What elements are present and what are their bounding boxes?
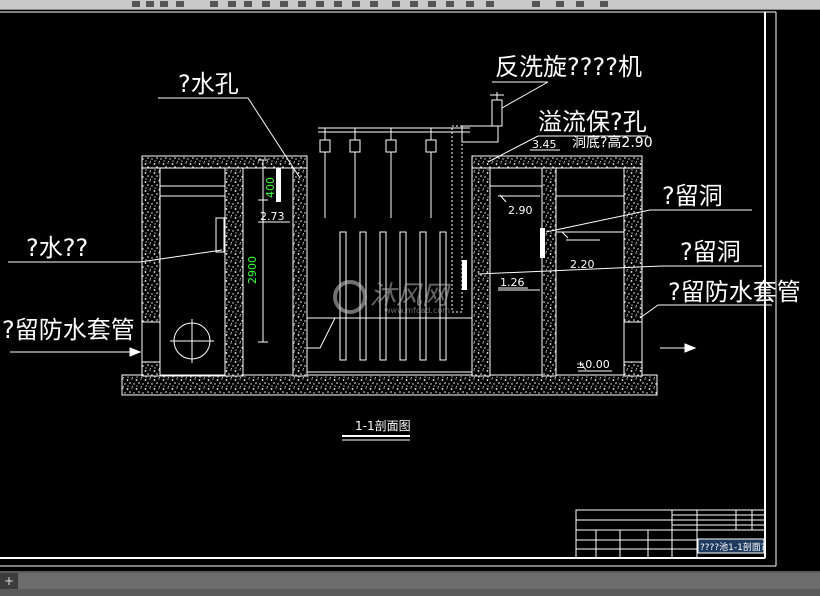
tank-walls xyxy=(141,155,643,377)
label-reserved-hole-1: ?留洞 xyxy=(662,182,723,210)
dim-290: 2.90 xyxy=(508,204,533,217)
layout-tab-strip xyxy=(18,573,820,589)
status-bar: + xyxy=(0,571,820,596)
dimension-lines xyxy=(258,149,612,372)
toolbar-button[interactable] xyxy=(210,1,218,7)
flow-arrows xyxy=(10,343,697,357)
redo-icon[interactable] xyxy=(146,1,154,7)
watermark-url: www.mfcad.com xyxy=(384,306,450,315)
toolbar-button[interactable] xyxy=(410,1,418,7)
section-title-underline xyxy=(342,435,410,441)
label-outlet: ?水?? xyxy=(26,234,88,262)
toolbar-button[interactable] xyxy=(298,1,306,7)
toolbar-button[interactable] xyxy=(600,1,608,7)
toolbar-button[interactable] xyxy=(370,1,378,7)
toolbar-button[interactable] xyxy=(576,1,584,7)
dim-345: 3.45 xyxy=(532,138,557,151)
toolbar-button[interactable] xyxy=(176,1,184,7)
toolbar-button[interactable] xyxy=(334,1,342,7)
dim-273: 2.73 xyxy=(260,210,285,223)
dim-400: 400 xyxy=(264,177,277,198)
toolbar-button[interactable] xyxy=(486,1,494,7)
toolbar-button[interactable] xyxy=(556,1,564,7)
dim-2900: 2900 xyxy=(246,256,259,284)
label-overflow-hole: 溢流保?孔 xyxy=(538,108,647,136)
toolbar-button[interactable] xyxy=(280,1,288,7)
toolbar-button[interactable] xyxy=(228,1,236,7)
dim-220: 2.20 xyxy=(570,258,595,271)
watermark: 沐风网 www.mfcad.com xyxy=(333,280,451,315)
toolbar-button[interactable] xyxy=(428,1,436,7)
drawing-canvas[interactable]: 反洗旋????机 溢流保?孔 ?水孔 ?水?? ?留洞 ?留洞 ?留防水套管 ?… xyxy=(0,9,820,571)
pipe-sleeve xyxy=(141,319,643,363)
toolbar-button[interactable] xyxy=(466,1,474,7)
label-inlet-hole: ?水孔 xyxy=(178,70,239,98)
toolbar-button[interactable] xyxy=(316,1,324,7)
drawing-name: ????池1-1剖面? xyxy=(700,541,766,553)
label-sleeve-right: ?留防水套管 xyxy=(668,278,801,306)
foundation-slab xyxy=(121,374,658,396)
dim-126: 1.26 xyxy=(500,276,525,289)
toolbar-button[interactable] xyxy=(446,1,454,7)
dim-000: ±0.00 xyxy=(576,358,610,371)
add-layout-tab-button[interactable]: + xyxy=(0,573,18,589)
section-title: 1-1剖面图 xyxy=(355,419,411,433)
toolbar-button[interactable] xyxy=(532,1,540,7)
label-sleeve-left: ?留防水套管 xyxy=(2,316,135,344)
toolbar-button[interactable] xyxy=(392,1,400,7)
undo-icon[interactable] xyxy=(132,1,140,7)
toolbar-button[interactable] xyxy=(352,1,360,7)
toolbar-button[interactable] xyxy=(244,1,252,7)
label-overflow-bottom: 洞底?高2.90 xyxy=(572,134,653,151)
toolbar-button[interactable] xyxy=(262,1,270,7)
label-backwash-fan: 反洗旋????机 xyxy=(495,53,642,81)
label-reserved-hole-2: ?留洞 xyxy=(680,238,741,266)
toolbar-button[interactable] xyxy=(160,1,168,7)
